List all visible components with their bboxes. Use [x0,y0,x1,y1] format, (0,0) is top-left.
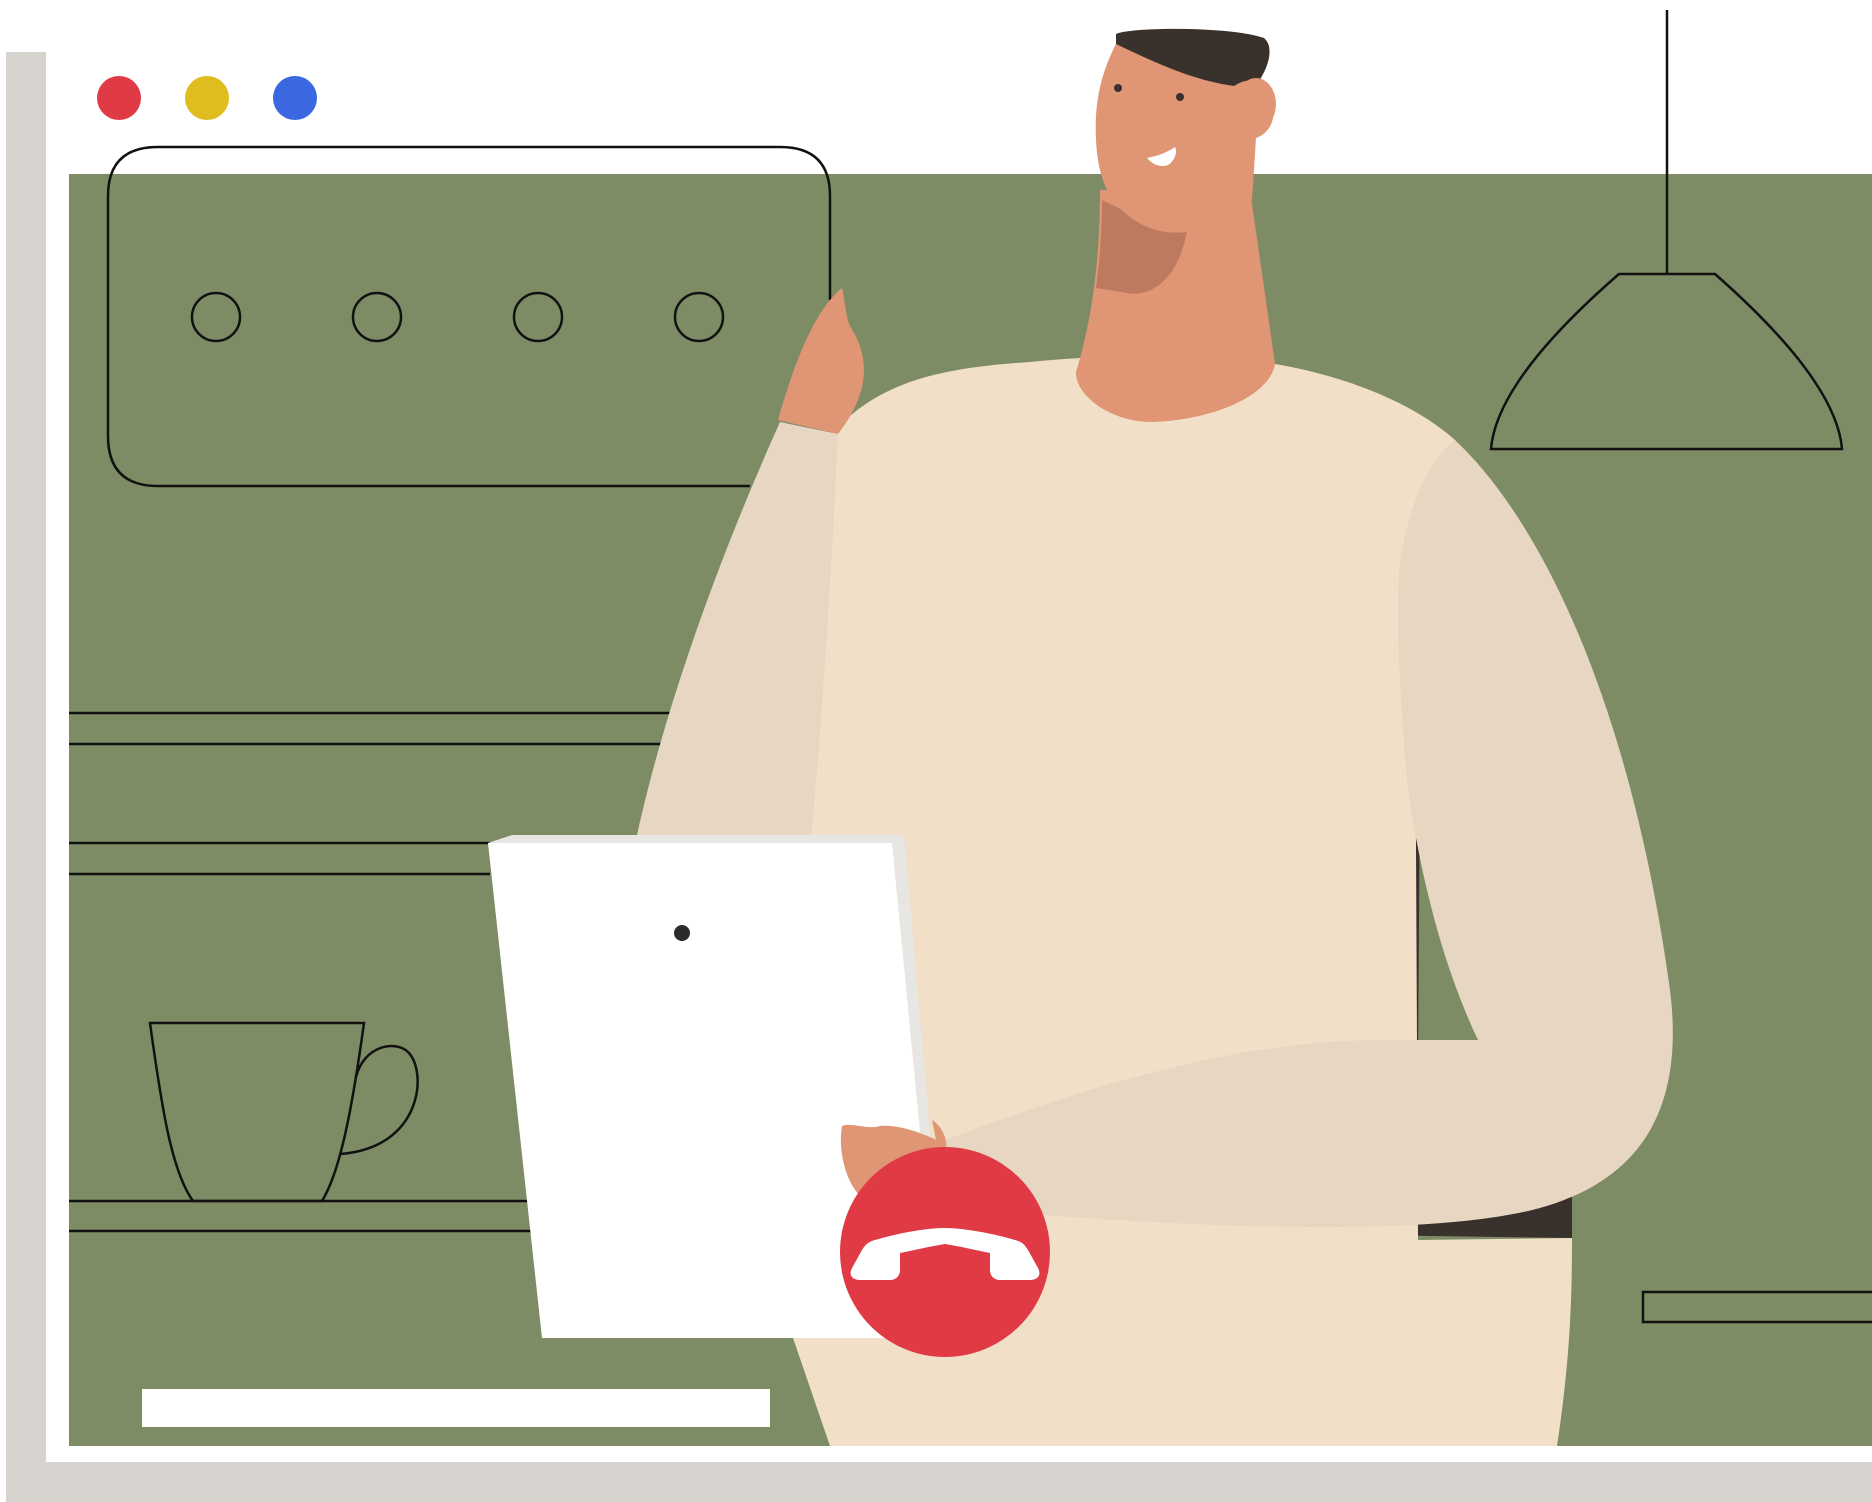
caption-bar [142,1389,770,1427]
ear [1236,78,1276,130]
video-call-illustration [6,0,1872,1502]
window-controls [97,76,317,120]
end-call-button[interactable] [840,1147,1050,1357]
tablet-camera [674,925,690,941]
left-eye [1114,84,1122,92]
close-window-button[interactable] [97,76,141,120]
maximize-window-button[interactable] [273,76,317,120]
minimize-window-button[interactable] [185,76,229,120]
right-eye [1176,93,1184,101]
